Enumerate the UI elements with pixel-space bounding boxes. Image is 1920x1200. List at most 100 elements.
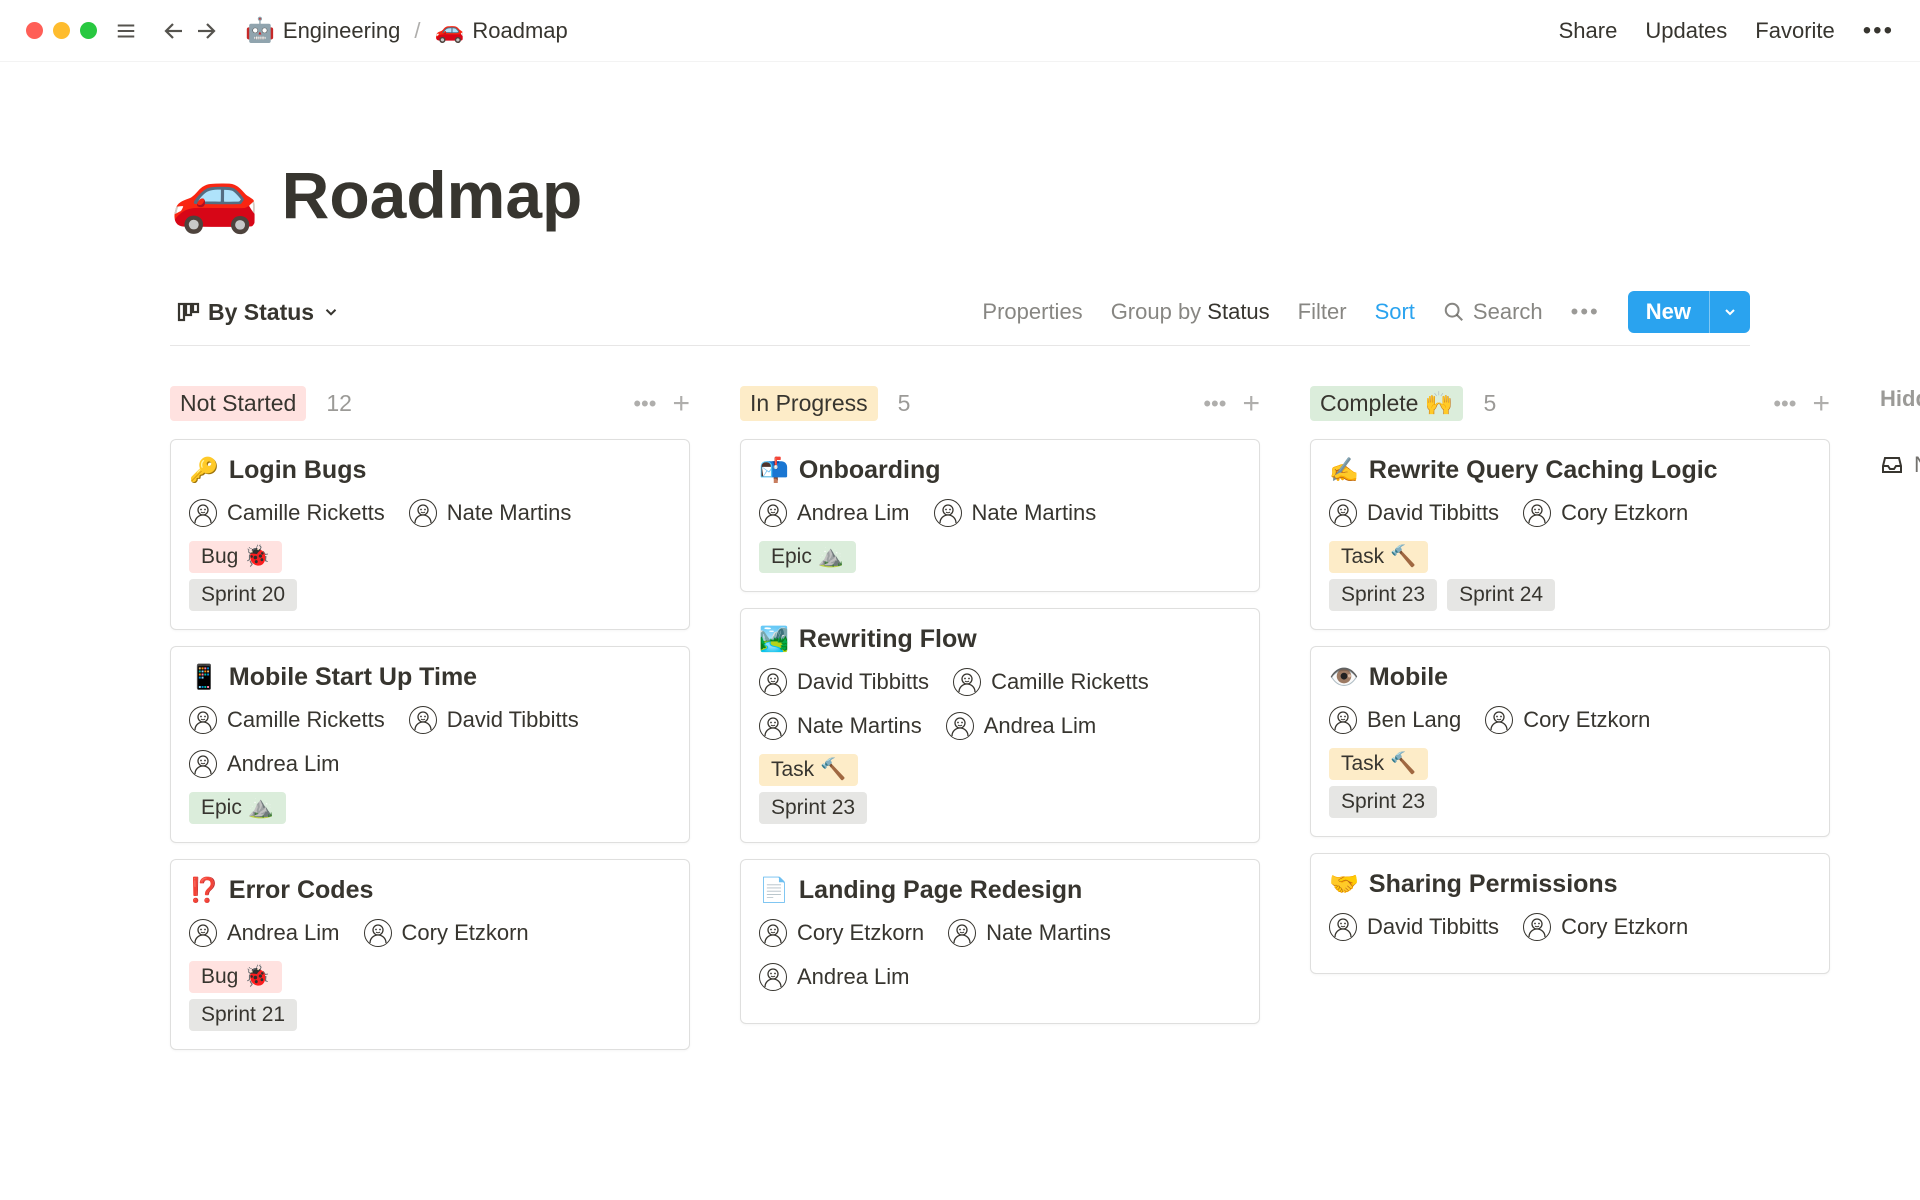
assignee-name: Cory Etzkorn — [1561, 500, 1688, 526]
avatar — [946, 712, 974, 740]
type-tag-row: Task 🔨 — [1329, 748, 1811, 780]
column-more-button[interactable]: ••• — [633, 391, 656, 417]
database-toolbar: By Status Properties Group by Status Fil… — [170, 291, 1750, 346]
breadcrumb: 🤖 Engineering / 🚗 Roadmap — [241, 14, 572, 47]
assignee: Camille Ricketts — [189, 499, 385, 527]
window-close-button[interactable] — [26, 22, 43, 39]
avatar — [1523, 913, 1551, 941]
page-emoji[interactable]: 🚗 — [170, 152, 260, 237]
view-switch-button[interactable]: By Status — [170, 295, 346, 330]
type-tag-row: Task 🔨 — [1329, 541, 1811, 573]
window-chrome: 🤖 Engineering / 🚗 Roadmap Share Updates … — [0, 0, 1920, 62]
board-card[interactable]: 📬OnboardingAndrea LimNate MartinsEpic ⛰️ — [740, 439, 1260, 592]
board-card[interactable]: ✍️ Rewrite Query Caching Logic David Tibbi… — [1310, 439, 1830, 630]
sprint-tag: Sprint 23 — [759, 792, 867, 824]
status-pill[interactable]: Complete 🙌 — [1310, 386, 1463, 421]
type-tag: Bug 🐞 — [189, 961, 282, 993]
column-more-button[interactable]: ••• — [1203, 391, 1226, 417]
assignee: Camille Ricketts — [189, 706, 385, 734]
window-maximize-button[interactable] — [80, 22, 97, 39]
car-icon: 🚗 — [434, 16, 464, 45]
card-emoji-icon: 🏞️ — [759, 625, 789, 654]
assignee-list: David TibbittsCamille RickettsNate Marti… — [759, 668, 1241, 746]
hidden-columns: Hidden No — [1880, 386, 1920, 1066]
assignee: Camille Ricketts — [953, 668, 1149, 696]
hidden-item[interactable]: No — [1880, 452, 1920, 478]
type-tag: Epic ⛰️ — [189, 792, 286, 824]
avatar — [948, 919, 976, 947]
toolbar-right: Properties Group by Status Filter Sort S… — [982, 291, 1750, 333]
page-title[interactable]: Roadmap — [282, 157, 583, 233]
toolbar-more-button[interactable]: ••• — [1571, 299, 1600, 325]
column-add-button[interactable]: + — [1812, 387, 1830, 421]
status-pill[interactable]: Not Started — [170, 386, 306, 421]
favorite-button[interactable]: Favorite — [1755, 18, 1834, 44]
avatar — [189, 706, 217, 734]
avatar — [409, 499, 437, 527]
avatar — [409, 706, 437, 734]
card-emoji-icon: ✍️ — [1329, 456, 1359, 485]
nav-forward-button[interactable] — [193, 18, 219, 44]
hidden-columns-label[interactable]: Hidden — [1880, 386, 1920, 412]
board-card[interactable]: 📱 Mobile Start Up Time Camille Ricketts Dav… — [170, 646, 690, 843]
assignee-name: Nate Martins — [447, 500, 572, 526]
assignee-name: Nate Martins — [972, 500, 1097, 526]
card-emoji-icon: 📱 — [189, 663, 219, 692]
robot-icon: 🤖 — [245, 16, 275, 45]
column-actions: ••• + — [1203, 387, 1260, 421]
column-add-button[interactable]: + — [672, 387, 690, 421]
chevron-down-icon — [1722, 304, 1738, 320]
board-card[interactable]: 👁️MobileBen LangCory EtzkornTask 🔨Sprint… — [1310, 646, 1830, 837]
group-by-prefix: Group by — [1111, 299, 1208, 324]
assignee-name: David Tibbitts — [1367, 914, 1499, 940]
breadcrumb-current-label: Roadmap — [472, 18, 567, 44]
assignee: David Tibbitts — [409, 706, 579, 734]
card-title: 🏞️Rewriting Flow — [759, 625, 1241, 654]
group-by-button[interactable]: Group by Status — [1111, 299, 1270, 325]
board-card[interactable]: 📄Landing Page RedesignCory EtzkornNate M… — [740, 859, 1260, 1024]
sidebar-toggle-button[interactable] — [113, 18, 139, 44]
avatar — [1329, 913, 1357, 941]
assignee: Cory Etzkorn — [1485, 706, 1650, 734]
assignee-name: David Tibbitts — [1367, 500, 1499, 526]
column-header: In Progress5•••+ — [740, 386, 1260, 421]
assignee-list: Cory EtzkornNate MartinsAndrea Lim — [759, 919, 1241, 997]
breadcrumb-parent[interactable]: 🤖 Engineering — [241, 14, 404, 47]
breadcrumb-current[interactable]: 🚗 Roadmap — [430, 14, 571, 47]
sort-button[interactable]: Sort — [1375, 299, 1415, 325]
share-button[interactable]: Share — [1559, 18, 1618, 44]
status-pill[interactable]: In Progress — [740, 386, 878, 421]
chevron-down-icon — [322, 303, 340, 321]
board-card[interactable]: 🏞️Rewriting Flow David TibbittsCamille Ri… — [740, 608, 1260, 843]
card-emoji-icon: 📬 — [759, 456, 789, 485]
board-card[interactable]: 🤝Sharing PermissionsDavid TibbittsCory E… — [1310, 853, 1830, 974]
card-title: 👁️Mobile — [1329, 663, 1811, 692]
assignee: Nate Martins — [934, 499, 1097, 527]
properties-button[interactable]: Properties — [982, 299, 1082, 325]
assignee: Andrea Lim — [189, 750, 340, 778]
arrow-left-icon — [162, 19, 186, 43]
card-title-text: Mobile Start Up Time — [229, 663, 477, 692]
avatar — [1485, 706, 1513, 734]
assignee-list: Andrea LimCory Etzkorn — [189, 919, 671, 953]
breadcrumb-separator: / — [414, 18, 420, 44]
card-title-text: Rewrite Query Caching Logic — [1369, 456, 1718, 485]
column-more-button[interactable]: ••• — [1773, 391, 1796, 417]
board-card[interactable]: ⁉️Error CodesAndrea LimCory EtzkornBug 🐞… — [170, 859, 690, 1050]
search-label: Search — [1473, 299, 1543, 325]
card-emoji-icon: 🔑 — [189, 456, 219, 485]
nav-back-button[interactable] — [161, 18, 187, 44]
column-count: 12 — [326, 390, 352, 417]
card-title-text: Landing Page Redesign — [799, 876, 1082, 905]
board-card[interactable]: 🔑Login BugsCamille RickettsNate MartinsB… — [170, 439, 690, 630]
window-minimize-button[interactable] — [53, 22, 70, 39]
updates-button[interactable]: Updates — [1645, 18, 1727, 44]
search-button[interactable]: Search — [1443, 299, 1543, 325]
new-button[interactable]: New — [1628, 291, 1709, 333]
type-tag: Bug 🐞 — [189, 541, 282, 573]
type-tag-row: Bug 🐞 — [189, 961, 671, 993]
page-more-button[interactable]: ••• — [1863, 17, 1894, 45]
new-dropdown-button[interactable] — [1709, 291, 1750, 333]
column-add-button[interactable]: + — [1242, 387, 1260, 421]
filter-button[interactable]: Filter — [1298, 299, 1347, 325]
